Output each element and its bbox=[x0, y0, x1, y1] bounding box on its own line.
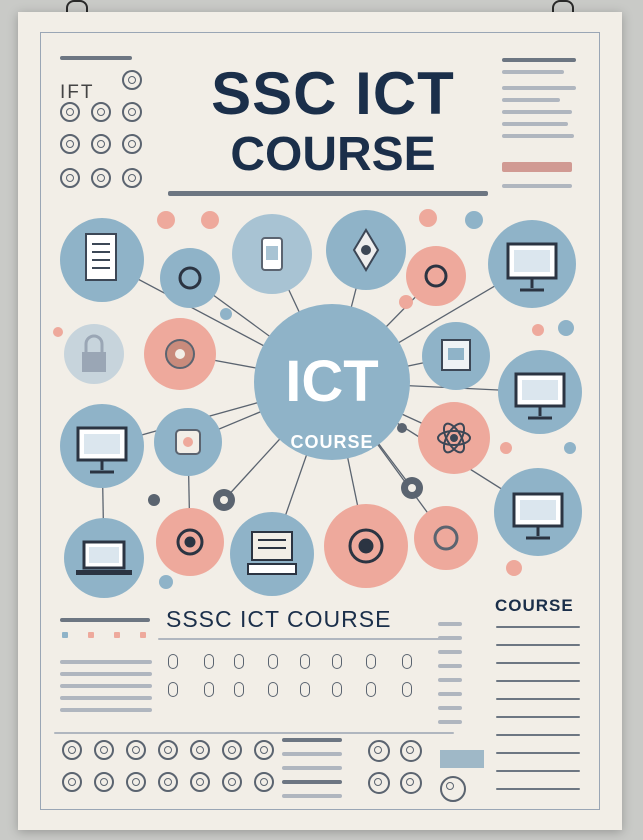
oval-icon bbox=[332, 654, 342, 669]
node-circle bbox=[414, 506, 478, 570]
table-line bbox=[438, 678, 462, 682]
small-circle-icon bbox=[62, 772, 82, 792]
small-circle-icon bbox=[400, 772, 422, 794]
small-circle-icon bbox=[254, 772, 274, 792]
bottom-left-line bbox=[60, 660, 152, 664]
small-circle-icon bbox=[190, 740, 210, 760]
side-heading: COURSE bbox=[495, 596, 574, 615]
oval-icon bbox=[366, 654, 376, 669]
small-circle-icon bbox=[158, 772, 178, 792]
oval-icon bbox=[268, 682, 278, 697]
small-circle-icon bbox=[126, 740, 146, 760]
small-circle-icon bbox=[254, 740, 274, 760]
bottom-mid-line bbox=[282, 794, 342, 798]
small-circle-icon bbox=[222, 740, 242, 760]
table-row bbox=[496, 680, 580, 682]
bottom-mid-line bbox=[282, 738, 342, 742]
small-circle-icon bbox=[94, 772, 114, 792]
table-line bbox=[438, 706, 462, 710]
document-icon bbox=[85, 233, 117, 281]
table-line bbox=[438, 622, 462, 626]
gear-icon bbox=[165, 339, 195, 369]
small-circle-icon bbox=[158, 740, 178, 760]
poster: IFT SSC ICT COURSE ICT COURSE SSSC ICT C… bbox=[18, 12, 622, 830]
oval-icon bbox=[234, 654, 244, 669]
small-circle-icon bbox=[222, 772, 242, 792]
oval-icon bbox=[366, 682, 376, 697]
bottom-mid-line bbox=[282, 752, 342, 756]
table-row bbox=[496, 770, 580, 772]
bottom-left-line bbox=[60, 696, 152, 700]
oval-icon bbox=[168, 682, 178, 697]
small-circle-icon bbox=[368, 740, 390, 762]
oval-icon bbox=[204, 654, 214, 669]
link-dot-icon bbox=[220, 484, 416, 504]
oval-icon bbox=[402, 654, 412, 669]
oval-icon bbox=[168, 654, 178, 669]
small-circle-icon bbox=[190, 772, 210, 792]
mini-icon bbox=[88, 632, 94, 638]
oval-icon bbox=[300, 654, 310, 669]
mini-icon bbox=[62, 632, 68, 638]
small-circle-icon bbox=[440, 776, 466, 802]
center-label: ICT bbox=[285, 349, 379, 414]
keyboard-icon bbox=[247, 531, 297, 575]
table-line bbox=[438, 692, 462, 696]
highlight-box bbox=[440, 750, 484, 768]
oval-icon bbox=[332, 682, 342, 697]
bottom-left-line bbox=[60, 708, 152, 712]
oval-icon bbox=[204, 682, 214, 697]
small-circle-icon bbox=[126, 772, 146, 792]
mini-icon bbox=[114, 632, 120, 638]
oval-icon bbox=[268, 654, 278, 669]
table-row bbox=[496, 644, 580, 646]
bottom-mid-line bbox=[282, 780, 342, 784]
table-line bbox=[438, 650, 462, 654]
node-circle bbox=[406, 246, 466, 306]
table-row bbox=[496, 716, 580, 718]
table-line bbox=[438, 720, 462, 724]
table-line bbox=[438, 664, 462, 668]
table-row bbox=[496, 662, 580, 664]
table-row bbox=[496, 734, 580, 736]
divider-line bbox=[54, 732, 454, 734]
table-row bbox=[496, 752, 580, 754]
bottom-left-line bbox=[60, 672, 152, 676]
divider-line bbox=[158, 638, 448, 640]
table-line bbox=[438, 636, 462, 640]
table-row bbox=[496, 698, 580, 700]
oval-icon bbox=[300, 682, 310, 697]
small-circle-icon bbox=[400, 740, 422, 762]
phone-icon bbox=[261, 237, 283, 271]
oval-icon bbox=[234, 682, 244, 697]
table-row bbox=[496, 626, 580, 628]
disc-icon bbox=[175, 429, 201, 455]
oval-icon bbox=[402, 682, 412, 697]
mini-icon bbox=[140, 632, 146, 638]
bottom-mid-line bbox=[282, 766, 342, 770]
bottom-left-line bbox=[60, 618, 150, 622]
bottom-left-line bbox=[60, 684, 152, 688]
server-icon bbox=[441, 339, 471, 371]
small-circle-icon bbox=[62, 740, 82, 760]
node-circle bbox=[160, 248, 220, 308]
center-sublabel: COURSE bbox=[290, 432, 374, 452]
laptop-icon bbox=[76, 540, 132, 575]
table-row bbox=[496, 788, 580, 790]
small-circle-icon bbox=[94, 740, 114, 760]
subtitle: SSSC ICT COURSE bbox=[166, 606, 392, 632]
small-circle-icon bbox=[368, 772, 390, 794]
